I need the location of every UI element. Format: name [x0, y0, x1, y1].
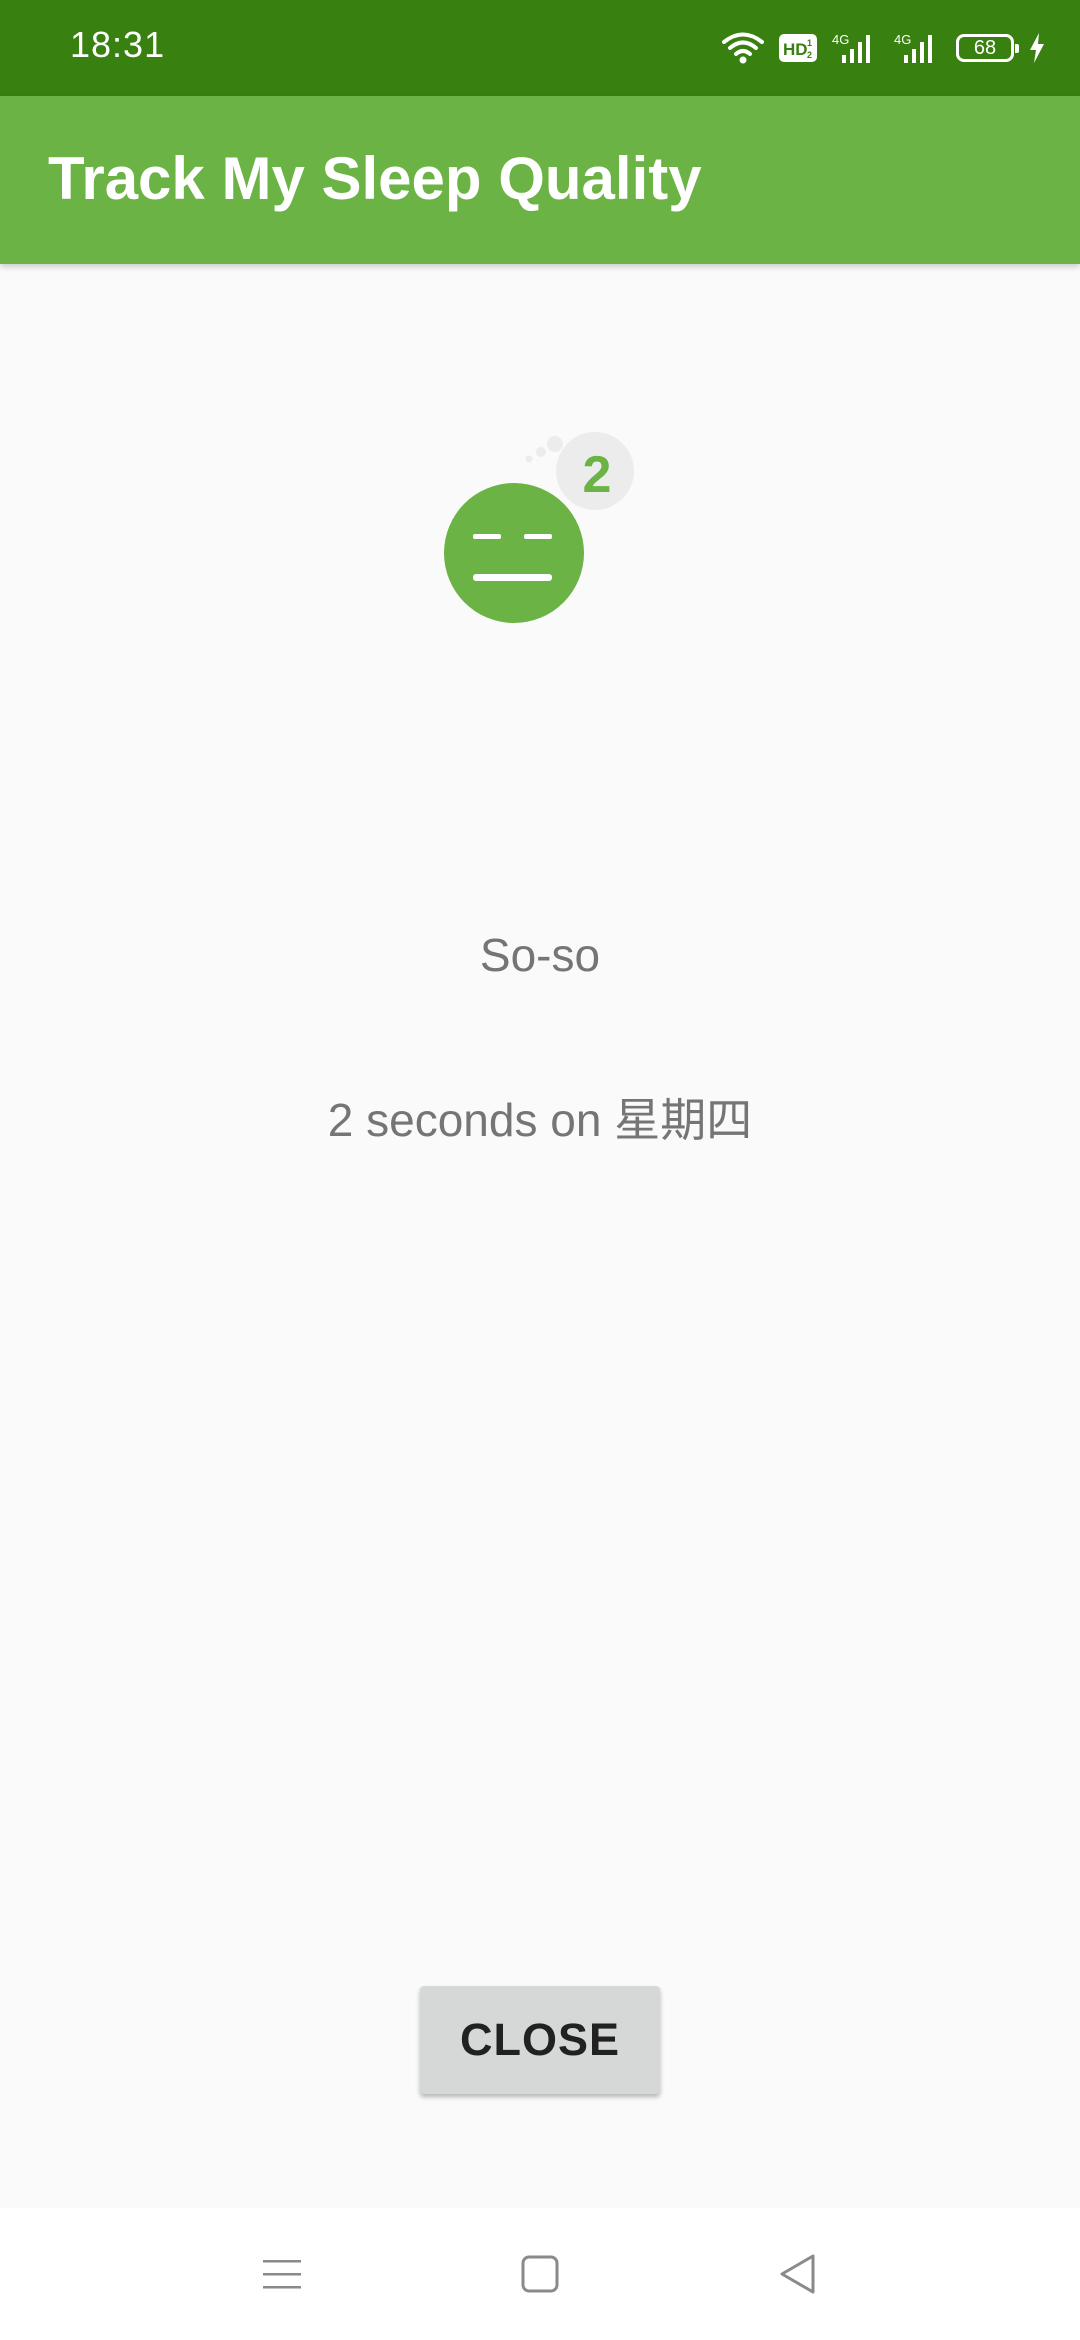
wifi-icon — [722, 31, 764, 65]
battery-level: 68 — [973, 36, 997, 59]
status-icons: HD 1 2 4G 4G 68 — [722, 26, 1046, 70]
back-button[interactable] — [738, 2208, 858, 2340]
svg-text:1: 1 — [807, 38, 812, 48]
app-bar: Track My Sleep Quality — [0, 96, 1080, 264]
quality-label: So-so — [479, 929, 601, 981]
battery-icon: 68 — [956, 34, 1019, 62]
signal-4g-icon: 4G — [894, 31, 942, 65]
close-button[interactable]: CLOSE — [420, 1986, 660, 2094]
sleep-duration: 2 seconds on 星期四 — [327, 1094, 753, 1146]
navigation-bar — [0, 2208, 1080, 2340]
hd-icon: HD 1 2 — [778, 33, 818, 63]
home-button[interactable] — [480, 2208, 600, 2340]
app-title: Track My Sleep Quality — [48, 145, 702, 212]
status-time: 18:31 — [70, 24, 166, 65]
quality-number: 2 — [583, 446, 612, 504]
back-icon — [778, 2253, 818, 2295]
status-bar: 18:31 HD 1 2 4G 4G 68 — [0, 0, 1080, 96]
menu-icon — [262, 2256, 302, 2292]
signal-4g-icon: 4G — [832, 31, 880, 65]
svg-text:4G: 4G — [832, 32, 849, 47]
home-icon — [520, 2254, 560, 2294]
charging-icon — [1028, 32, 1046, 64]
svg-text:2: 2 — [807, 50, 812, 60]
svg-text:4G: 4G — [894, 32, 911, 47]
svg-text:HD: HD — [783, 40, 808, 59]
sleep-quality-2-icon: 2 — [440, 430, 650, 630]
menu-button[interactable] — [222, 2208, 342, 2340]
